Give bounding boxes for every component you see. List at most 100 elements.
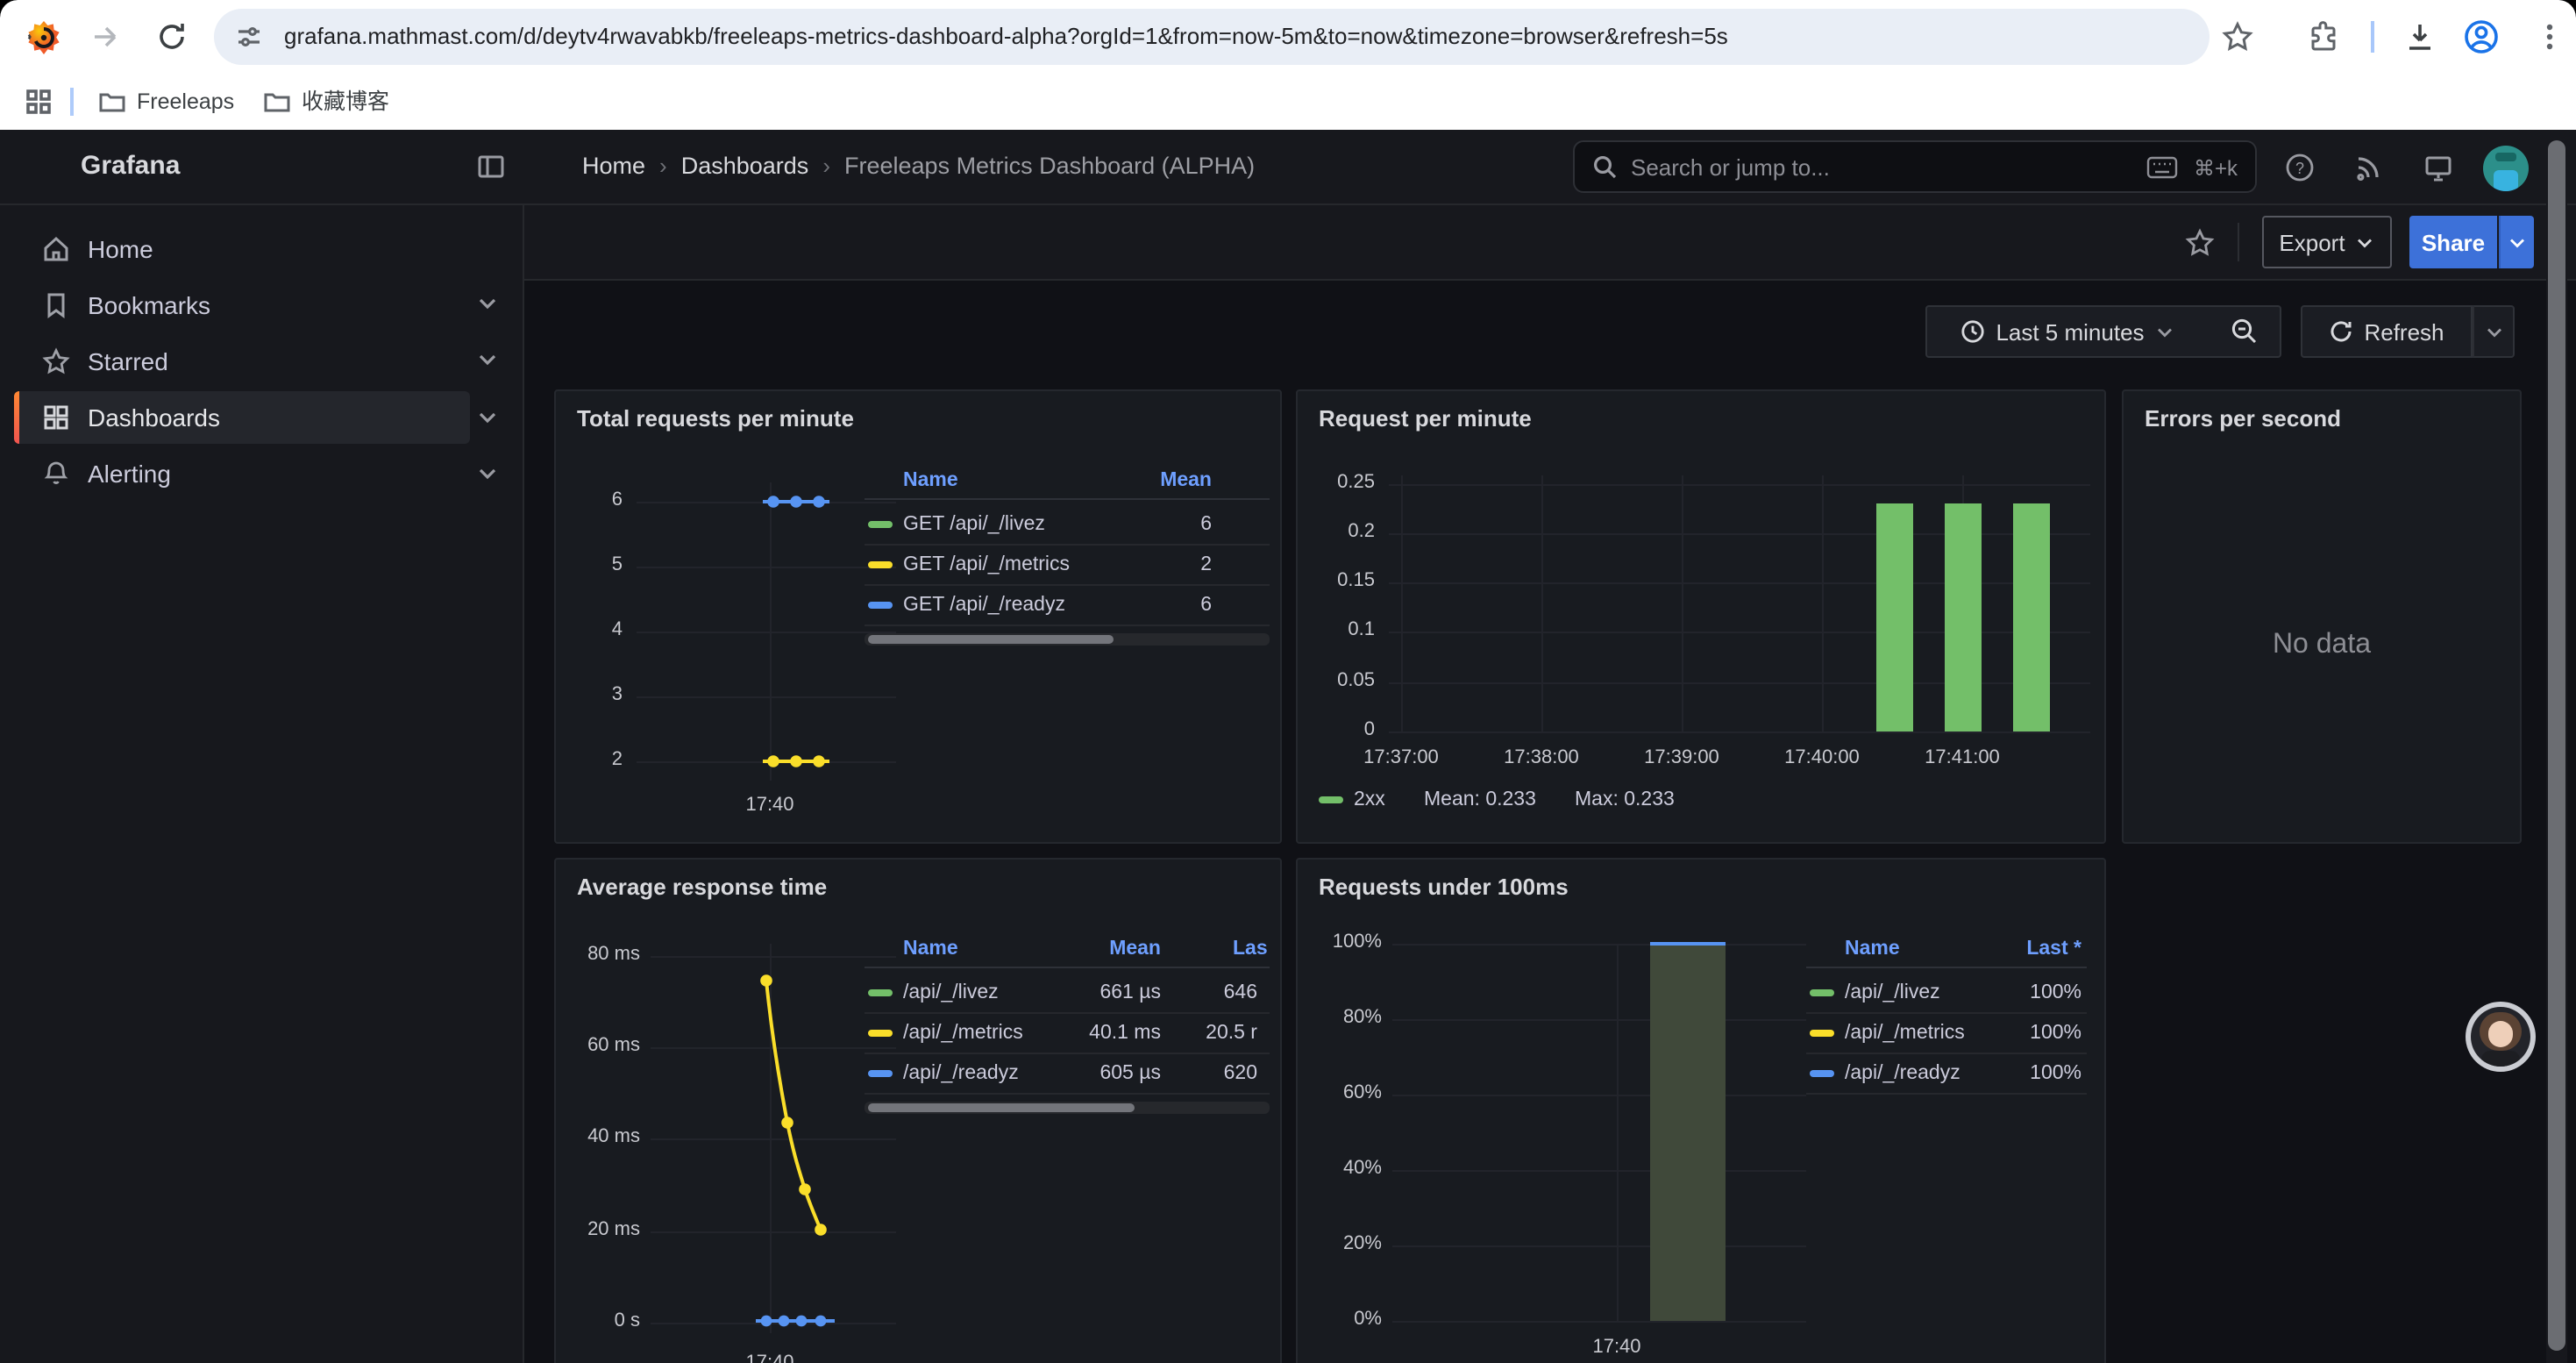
bookmark-folder-label[interactable]: 收藏博客 (302, 74, 389, 130)
legend-series-name[interactable]: 2xx (1354, 781, 1385, 819)
legend-series-name[interactable]: /api/_/livez (1845, 974, 1940, 1012)
refresh-button[interactable]: Refresh (2301, 305, 2473, 358)
legend-series-name[interactable]: GET /api/_/livez (903, 505, 1045, 544)
legend-series-name[interactable]: /api/_/readyz (1845, 1054, 1960, 1093)
sidebar-item-alerting[interactable]: Alerting (14, 447, 470, 500)
legend-max-stat: Max: 0.233 (1575, 781, 1675, 819)
sidebar-item-home[interactable]: Home (14, 223, 470, 275)
series-swatch[interactable] (868, 1070, 893, 1077)
legend-series-name[interactable]: GET /api/_/metrics (903, 546, 1070, 584)
news-rss-icon[interactable] (2353, 153, 2383, 182)
avatar-image (2471, 1007, 2530, 1067)
panel-title[interactable]: Requests under 100ms (1319, 874, 1569, 900)
share-button[interactable]: Share (2409, 216, 2497, 268)
x-tick: 17:39:00 (1629, 747, 1734, 768)
series-swatch[interactable] (1319, 796, 1343, 803)
legend-header-last[interactable]: Las (1233, 938, 1268, 960)
download-icon[interactable] (2402, 19, 2437, 54)
apps-grid-icon[interactable] (25, 88, 53, 116)
sidebar-toggle-icon[interactable] (477, 153, 505, 181)
bookmark-star-icon[interactable] (2222, 21, 2253, 53)
legend-header-mean[interactable]: Mean (1012, 938, 1161, 960)
legend-header-name[interactable]: Name (903, 938, 958, 960)
share-menu-button[interactable] (2499, 216, 2534, 268)
url-bar[interactable]: grafana.mathmast.com/d/deytv4rwavabkb/fr… (214, 9, 2210, 65)
chevron-down-icon[interactable] (477, 353, 498, 367)
legend-scrollbar[interactable] (865, 633, 1270, 646)
legend-mean-value: 2 (1082, 546, 1212, 584)
sidebar-item-label: Alerting (88, 447, 171, 500)
breadcrumb-dashboards[interactable]: Dashboards (681, 153, 809, 179)
browser-toolbar: grafana.mathmast.com/d/deytv4rwavabkb/fr… (0, 0, 2576, 74)
series-swatch[interactable] (868, 602, 893, 609)
url-text[interactable]: grafana.mathmast.com/d/deytv4rwavabkb/fr… (284, 9, 1728, 65)
legend-header-name[interactable]: Name (1845, 938, 1900, 960)
bar-2xx[interactable] (1945, 503, 1982, 731)
forward-icon[interactable] (88, 19, 123, 54)
series-swatch[interactable] (868, 1030, 893, 1037)
series-swatch[interactable] (868, 521, 893, 528)
legend-series-name[interactable]: /api/_/metrics (903, 1014, 1023, 1053)
kiosk-monitor-icon[interactable] (2423, 153, 2453, 182)
chevron-down-icon[interactable] (477, 467, 498, 481)
panel-title[interactable]: Request per minute (1319, 405, 1532, 432)
chevron-down-icon[interactable] (477, 296, 498, 310)
line-chart[interactable] (637, 479, 896, 786)
sidebar-item-dashboards[interactable]: Dashboards (14, 391, 470, 444)
page-scrollbar-thumb[interactable] (2548, 140, 2565, 1351)
zoom-out-button[interactable] (2208, 305, 2281, 358)
chevron-down-icon[interactable] (477, 410, 498, 425)
series-swatch[interactable] (1810, 1030, 1834, 1037)
series-swatch[interactable] (868, 989, 893, 996)
time-range-picker[interactable]: Last 5 minutes (1925, 305, 2210, 358)
series-swatch[interactable] (1810, 989, 1834, 996)
bookmark-folder-label[interactable]: Freeleaps (137, 74, 234, 130)
user-avatar[interactable] (2483, 146, 2529, 191)
panel-title[interactable]: Errors per second (2145, 405, 2341, 432)
sidebar-item-starred[interactable]: Starred (14, 335, 470, 388)
legend-header-mean[interactable]: Mean (1082, 470, 1212, 491)
favorite-star-icon[interactable] (2185, 228, 2215, 258)
active-accent-bar (14, 391, 19, 444)
export-button[interactable]: Export (2262, 216, 2392, 268)
browser-window: grafana.mathmast.com/d/deytv4rwavabkb/fr… (0, 0, 2576, 1363)
legend-series-name[interactable]: /api/_/metrics (1845, 1014, 1965, 1053)
legend-mean-value: 6 (1082, 505, 1212, 544)
y-tick: 0.2 (1312, 521, 1375, 542)
page-scrollbar-track[interactable] (2546, 130, 2567, 1363)
refresh-interval-button[interactable] (2473, 305, 2515, 358)
panel-title[interactable]: Total requests per minute (577, 405, 854, 432)
search-input[interactable]: Search or jump to... ⌘+k (1573, 140, 2257, 193)
legend-header-last[interactable]: Last * (1964, 938, 2081, 960)
legend-last-value: 100% (1964, 1014, 2081, 1053)
legend-scrollbar[interactable] (865, 1102, 1270, 1114)
assistant-avatar[interactable] (2466, 1002, 2536, 1072)
profile-icon[interactable] (2462, 18, 2501, 56)
extensions-icon[interactable] (2308, 21, 2339, 53)
help-icon[interactable]: ? (2285, 153, 2315, 182)
bar-2xx[interactable] (2013, 503, 2050, 731)
export-label: Export (2279, 229, 2345, 255)
line-chart[interactable] (651, 944, 896, 1347)
series-swatch[interactable] (1810, 1070, 1834, 1077)
share-label: Share (2422, 229, 2485, 255)
series-swatch[interactable] (868, 561, 893, 568)
legend-header-name[interactable]: Name (903, 470, 958, 491)
legend-series-name[interactable]: GET /api/_/readyz (903, 586, 1065, 624)
y-tick: 2 (570, 749, 623, 770)
x-tick: 17:37:00 (1348, 747, 1454, 768)
panel-title[interactable]: Average response time (577, 874, 827, 900)
reload-icon[interactable] (154, 19, 189, 54)
x-tick: 17:40 (717, 795, 822, 816)
legend-series-name[interactable]: /api/_/readyz (903, 1054, 1019, 1093)
site-settings-icon[interactable] (235, 23, 263, 51)
sidebar-item-bookmarks[interactable]: Bookmarks (14, 279, 470, 332)
area-fill[interactable] (1650, 944, 1726, 1321)
breadcrumb: Home › Dashboards › Freeleaps Metrics Da… (582, 153, 1255, 179)
grafana-logo[interactable] (25, 19, 63, 58)
menu-kebab-icon[interactable] (2532, 19, 2567, 54)
bar-2xx[interactable] (1876, 503, 1913, 731)
no-data-message: No data (2124, 630, 2520, 661)
breadcrumb-home[interactable]: Home (582, 153, 645, 179)
legend-series-name[interactable]: /api/_/livez (903, 974, 999, 1012)
